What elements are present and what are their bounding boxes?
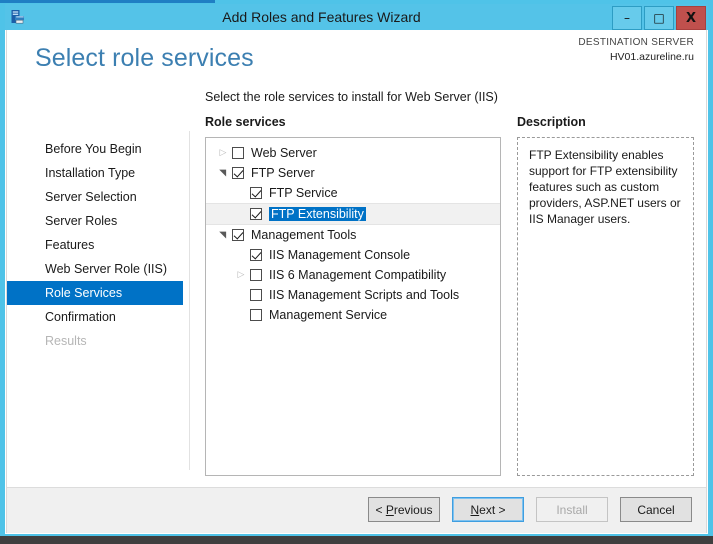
background-taskbar xyxy=(0,536,713,544)
tree-row[interactable]: ▷ IIS 6 Management Compatibility xyxy=(206,265,500,285)
footer-bar: < Previous Next > Install Cancel xyxy=(7,487,706,533)
destination-server-block: DESTINATION SERVER HV01.azureline.ru xyxy=(578,36,694,64)
button-label: Cancel xyxy=(637,502,675,517)
description-label: Description xyxy=(517,115,586,129)
tree-item-label: IIS Management Scripts and Tools xyxy=(269,288,460,302)
window-controls: – □ X xyxy=(610,6,706,30)
destination-server-label: DESTINATION SERVER xyxy=(578,37,694,48)
wizard-buttons: < Previous Next > Install Cancel xyxy=(356,497,692,522)
tree-row[interactable]: FTP Extensibility xyxy=(206,203,500,225)
tree-row[interactable]: Management Service xyxy=(206,305,500,325)
button-label: < Previous xyxy=(375,502,433,517)
checkbox-checked[interactable] xyxy=(250,249,262,261)
sidebar-item-web-server-role-iis[interactable]: Web Server Role (IIS) xyxy=(7,257,189,281)
tree-expander-spacer xyxy=(232,204,250,224)
wizard-window: Add Roles and Features Wizard – □ X Sele… xyxy=(5,4,708,534)
sidebar-item-server-roles[interactable]: Server Roles xyxy=(7,209,189,233)
sidebar-item-before-you-begin[interactable]: Before You Begin xyxy=(7,137,189,161)
wizard-icon xyxy=(5,4,31,30)
close-icon: X xyxy=(685,10,697,26)
button-label: Install xyxy=(556,502,588,517)
checkbox-unchecked[interactable] xyxy=(250,309,262,321)
sidebar-item-confirmation[interactable]: Confirmation xyxy=(7,305,189,329)
tree-row[interactable]: ◢ Management Tools xyxy=(206,225,500,245)
background-taskbar-text xyxy=(0,536,713,542)
tree-item-label: FTP Extensibility xyxy=(269,207,366,221)
minimize-icon: – xyxy=(624,11,630,25)
maximize-button[interactable]: □ xyxy=(644,6,674,30)
page-title: Select role services xyxy=(35,44,254,72)
tree-item-label: Management Tools xyxy=(251,228,357,242)
cancel-button[interactable]: Cancel xyxy=(620,497,692,522)
tree-expander-spacer xyxy=(232,183,250,203)
checkbox-checked[interactable] xyxy=(250,208,262,220)
window-title: Add Roles and Features Wizard xyxy=(222,9,421,25)
tree-expander-expanded-icon[interactable]: ◢ xyxy=(213,164,233,182)
sidebar-item-server-selection[interactable]: Server Selection xyxy=(7,185,189,209)
tree-item-label: Management Service xyxy=(269,308,388,322)
checkbox-checked[interactable] xyxy=(232,167,244,179)
tree-row[interactable]: ▷ Web Server xyxy=(206,143,500,163)
tree-expander-spacer xyxy=(232,245,250,265)
minimize-button[interactable]: – xyxy=(612,6,642,30)
tree-row[interactable]: FTP Service xyxy=(206,183,500,203)
tree-row[interactable]: IIS Management Scripts and Tools xyxy=(206,285,500,305)
body-area: Before You Begin Installation Type Server … xyxy=(7,85,706,488)
description-text: FTP Extensibility enables support for FT… xyxy=(517,137,694,476)
sidebar-item-results: Results xyxy=(45,334,87,348)
tree-row[interactable]: IIS Management Console xyxy=(206,245,500,265)
button-label: Next > xyxy=(470,502,506,517)
main-pane: Select the role services to install for … xyxy=(205,85,694,488)
checkbox-checked[interactable] xyxy=(232,229,244,241)
title-bar: Add Roles and Features Wizard – □ X xyxy=(5,4,708,30)
sidebar-item-role-services[interactable]: Role Services xyxy=(7,281,183,305)
close-button[interactable]: X xyxy=(676,6,706,30)
checkbox-unchecked[interactable] xyxy=(232,147,244,159)
tree-item-label: IIS Management Console xyxy=(269,248,411,262)
tree-expander-collapsed-icon[interactable]: ▷ xyxy=(214,143,232,163)
background-window-title: Add Roles and Features Wizard xyxy=(122,0,572,3)
instruction-text: Select the role services to install for … xyxy=(205,90,498,104)
checkbox-unchecked[interactable] xyxy=(250,269,262,281)
tree-row[interactable]: ◢ FTP Server xyxy=(206,163,500,183)
tree-item-label: Web Server xyxy=(251,146,317,160)
checkbox-unchecked[interactable] xyxy=(250,289,262,301)
window-client-area: Select role services DESTINATION SERVER … xyxy=(6,30,707,533)
tree-expander-expanded-icon[interactable]: ◢ xyxy=(213,226,233,244)
sidebar-item-features[interactable]: Features xyxy=(7,233,189,257)
column-gap xyxy=(501,115,517,476)
role-services-column: Role services ▷ Web Server ◢ FTP Server FTP… xyxy=(205,115,501,476)
tree-expander-spacer xyxy=(232,305,250,325)
tree-item-label: FTP Server xyxy=(251,166,315,180)
tree-item-label: FTP Service xyxy=(269,186,338,200)
description-column: Description FTP Extensibility enables su… xyxy=(517,115,694,476)
tree-item-label: IIS 6 Management Compatibility xyxy=(269,268,447,282)
tree-expander-spacer xyxy=(232,285,250,305)
role-services-tree[interactable]: ▷ Web Server ◢ FTP Server FTP Service FTP E… xyxy=(205,137,501,476)
tree-expander-collapsed-icon[interactable]: ▷ xyxy=(232,265,250,285)
wizard-step-nav: Before You Begin Installation Type Server … xyxy=(7,85,189,488)
role-services-label: Role services xyxy=(205,115,286,129)
sidebar-item-installation-type[interactable]: Installation Type xyxy=(7,161,189,185)
previous-button[interactable]: < Previous xyxy=(368,497,440,522)
maximize-icon: □ xyxy=(653,11,665,25)
install-button: Install xyxy=(536,497,608,522)
page-header: Select role services DESTINATION SERVER … xyxy=(7,30,706,85)
vertical-divider xyxy=(189,131,190,470)
next-button[interactable]: Next > xyxy=(452,497,524,522)
checkbox-checked[interactable] xyxy=(250,187,262,199)
content-columns: Role services ▷ Web Server ◢ FTP Server FTP… xyxy=(205,115,694,476)
destination-server-value: HV01.azureline.ru xyxy=(609,51,694,63)
